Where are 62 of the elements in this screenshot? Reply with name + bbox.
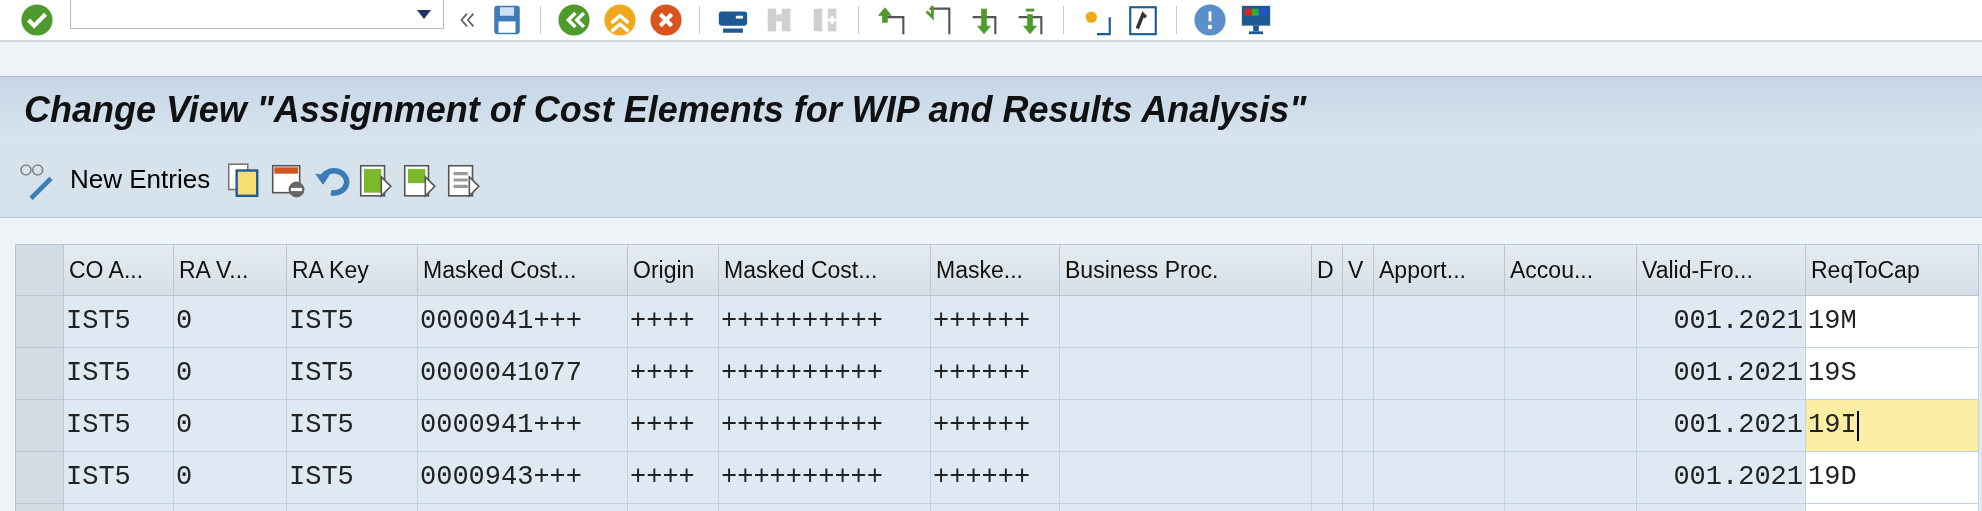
back-icon[interactable] bbox=[557, 3, 591, 37]
new-entries-button[interactable]: New Entries bbox=[62, 160, 219, 199]
table-cell: IST5 bbox=[64, 452, 174, 504]
column-header[interactable]: Masked Cost... bbox=[719, 245, 931, 296]
column-header[interactable]: Business Proc. bbox=[1060, 245, 1312, 296]
table-cell: 001.2021 bbox=[1637, 296, 1806, 348]
column-header[interactable]: Origin bbox=[628, 245, 719, 296]
check-icon[interactable] bbox=[20, 3, 54, 37]
table-cell: ++++++ bbox=[931, 296, 1060, 348]
table-cell: 0 bbox=[174, 296, 287, 348]
column-header[interactable]: D bbox=[1312, 245, 1343, 296]
table-cell: ++++++ bbox=[931, 400, 1060, 452]
table-cell: IST5 bbox=[287, 348, 418, 400]
select-all-cell[interactable] bbox=[16, 245, 64, 296]
table-cell: IST5 bbox=[64, 296, 174, 348]
column-header[interactable]: RA V... bbox=[174, 245, 287, 296]
column-header[interactable]: Apport... bbox=[1374, 245, 1505, 296]
table-cell: 0 bbox=[174, 400, 287, 452]
table-cell: IST5 bbox=[287, 452, 418, 504]
column-header[interactable]: Accou... bbox=[1505, 245, 1637, 296]
table-cell: 0 bbox=[174, 452, 287, 504]
table-cell: ++++++++++ bbox=[719, 452, 931, 504]
window-title: Change View "Assignment of Cost Elements for WIP and Results Analysis" bbox=[24, 87, 1307, 132]
input-field[interactable]: 19I bbox=[1806, 400, 1979, 452]
table-cell: ++++ bbox=[628, 296, 719, 348]
dropdown-icon[interactable] bbox=[417, 9, 431, 19]
table-cell: ++++ bbox=[628, 452, 719, 504]
table-cell: ++++++++++ bbox=[719, 296, 931, 348]
table-cell: 0000941+++ bbox=[418, 400, 628, 452]
column-header[interactable]: Maske... bbox=[931, 245, 1060, 296]
table-cell: 0000943+++ bbox=[418, 452, 628, 504]
column-header[interactable]: CO A... bbox=[64, 245, 174, 296]
table-cell: 001.2021 bbox=[1637, 452, 1806, 504]
input-field[interactable]: 19D bbox=[1806, 452, 1979, 504]
table-cell: IST5 bbox=[64, 400, 174, 452]
table-cell: 001.2021 bbox=[1637, 400, 1806, 452]
table-cell: ++++++ bbox=[931, 348, 1060, 400]
column-header[interactable]: Masked Cost... bbox=[418, 245, 628, 296]
table-cell: IST5 bbox=[64, 348, 174, 400]
table-cell: ++++ bbox=[628, 400, 719, 452]
monitor-icon[interactable] bbox=[1239, 3, 1273, 37]
cancel-icon[interactable] bbox=[649, 3, 683, 37]
table-cell: IST5 bbox=[287, 296, 418, 348]
table-cell: 001.2021 bbox=[1637, 348, 1806, 400]
command-field[interactable] bbox=[70, 0, 444, 29]
table-cell: ++++++++++ bbox=[719, 348, 931, 400]
table-cell: 0000041+++ bbox=[418, 296, 628, 348]
table-cell: ++++++ bbox=[931, 452, 1060, 504]
table-cell: 0 bbox=[174, 348, 287, 400]
text-cursor bbox=[1856, 410, 1859, 441]
input-field[interactable]: 19S bbox=[1806, 348, 1979, 400]
shortcut-icon[interactable] bbox=[1126, 3, 1160, 37]
help-icon[interactable] bbox=[1193, 3, 1227, 37]
table-cell: ++++++++++ bbox=[719, 400, 931, 452]
column-header[interactable]: RA Key bbox=[287, 245, 418, 296]
table-cell: 0000041077 bbox=[418, 348, 628, 400]
column-header[interactable]: ReqToCap bbox=[1806, 245, 1979, 296]
column-header[interactable]: Valid-Fro... bbox=[1637, 245, 1806, 296]
table-cell: ++++ bbox=[628, 348, 719, 400]
column-header[interactable]: V bbox=[1343, 245, 1374, 296]
input-field[interactable]: 19M bbox=[1806, 296, 1979, 348]
table-cell: IST5 bbox=[287, 400, 418, 452]
